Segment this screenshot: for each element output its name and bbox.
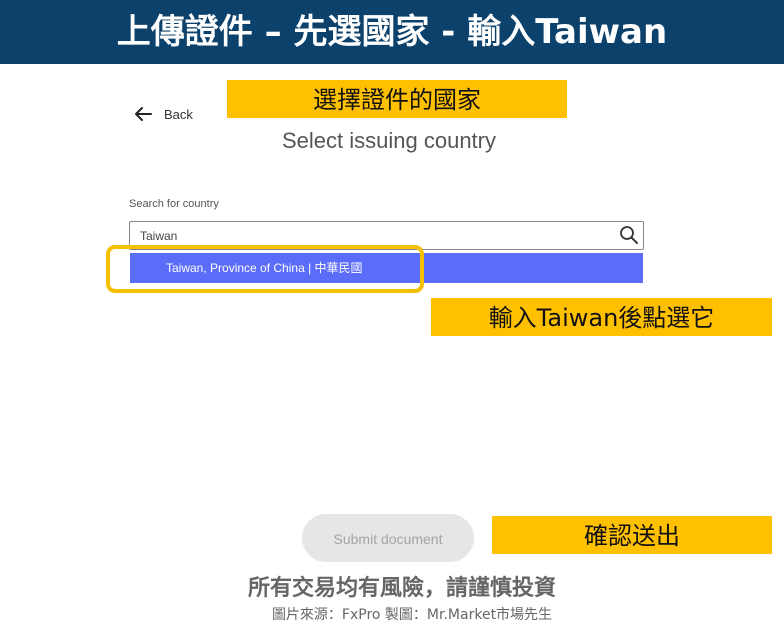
search-input[interactable] <box>140 226 600 246</box>
arrow-left-icon <box>135 107 152 121</box>
submit-document-button[interactable]: Submit document <box>302 514 474 562</box>
search-label: Search for country <box>129 198 219 210</box>
risk-disclaimer: 所有交易均有風險，請謹慎投資 <box>247 576 556 601</box>
highlight-ring <box>106 245 424 293</box>
annotation-type-taiwan: 輸入Taiwan後點選它 <box>431 298 772 336</box>
back-label: Back <box>164 106 193 122</box>
annotation-confirm-submit: 確認送出 <box>492 516 772 554</box>
page-title: Select issuing country <box>282 128 496 153</box>
title-banner: 上傳證件 – 先選國家 - 輸入Taiwan <box>0 0 784 64</box>
image-source-credit: 圖片來源：FxPro 製圖：Mr.Market市場先生 <box>271 607 553 623</box>
back-button[interactable]: Back <box>134 103 193 125</box>
banner-title: 上傳證件 – 先選國家 - 輸入Taiwan <box>116 12 668 52</box>
search-icon[interactable] <box>619 225 639 245</box>
annotation-choose-country: 選擇證件的國家 <box>227 80 567 118</box>
